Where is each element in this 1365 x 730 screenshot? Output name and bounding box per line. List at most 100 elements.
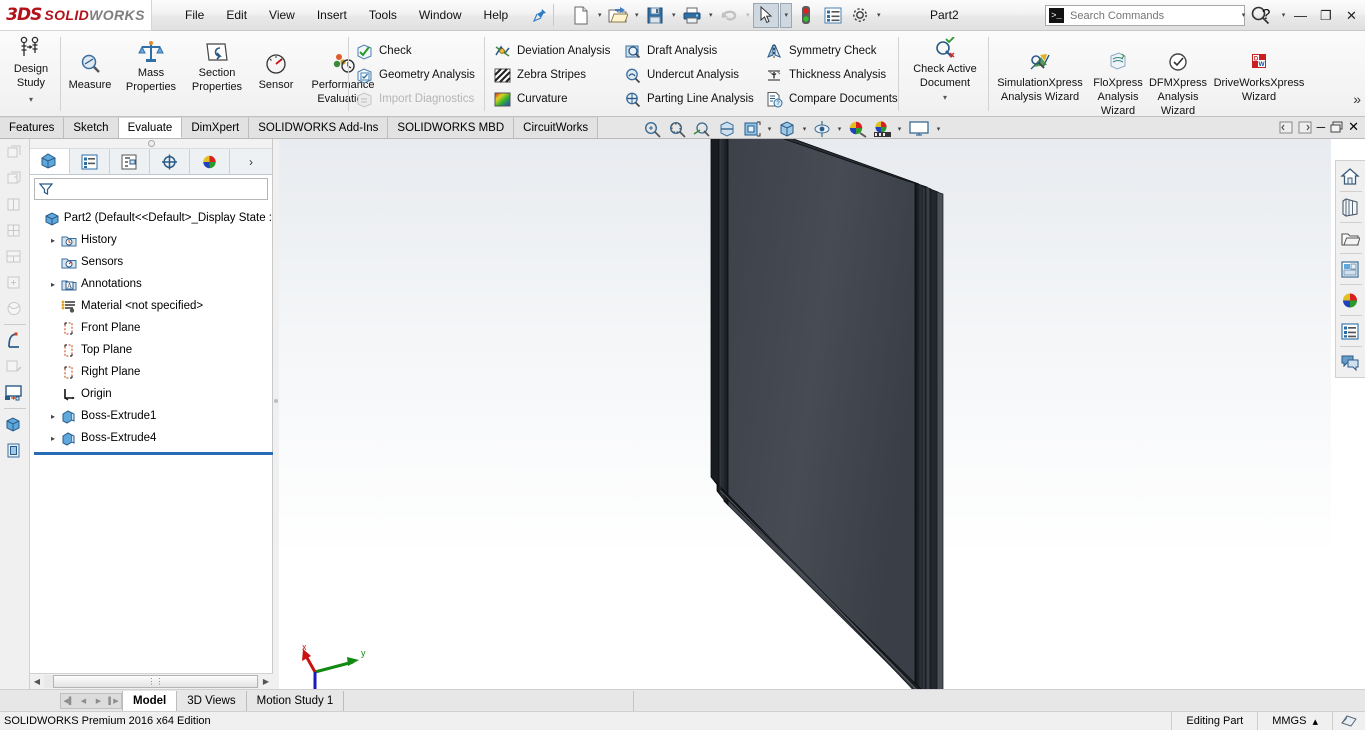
scroll-right-icon[interactable]: ▶ [259, 675, 273, 689]
bottom-tab-motion-study-1[interactable]: Motion Study 1 [247, 690, 345, 711]
select-caret-icon[interactable]: ▾ [780, 2, 793, 28]
display-style-button[interactable] [775, 119, 799, 140]
open-document-caret-icon[interactable]: ▾ [632, 11, 641, 19]
menu-help[interactable]: Help [473, 5, 520, 25]
menu-edit[interactable]: Edit [215, 5, 258, 25]
symmetry-check-button[interactable]: Symmetry Check [762, 39, 881, 63]
status-units[interactable]: MMGS [1257, 711, 1312, 730]
tree-item-origin[interactable]: Origin [34, 383, 272, 405]
design-library-button[interactable] [1336, 194, 1364, 220]
menu-file[interactable]: File [174, 5, 215, 25]
tree-item-boss-extrude4[interactable]: ▸ Boss-Extrude4 [34, 427, 272, 449]
hide-show-items-caret-icon[interactable]: ▾ [835, 125, 844, 133]
undo-caret-icon[interactable]: ▾ [743, 11, 752, 19]
simulationxpress-wizard-button[interactable]: SimulationXpress Analysis Wizard [992, 31, 1088, 103]
geometry-analysis-button[interactable]: Geometry Analysis [352, 63, 479, 87]
options-caret-icon[interactable]: ▾ [874, 11, 883, 19]
design-study-button[interactable]: Design Study [5, 31, 57, 89]
restore-left-icon[interactable] [1279, 121, 1293, 134]
search-input[interactable] [1068, 8, 1218, 23]
zoom-to-area-button[interactable] [665, 119, 689, 140]
rebuild-button[interactable] [793, 3, 819, 28]
undo-button[interactable] [716, 3, 742, 28]
document-minimize-icon[interactable]: ─ [1317, 120, 1326, 134]
tab-solidworks-add-ins[interactable]: SOLIDWORKS Add-Ins [249, 117, 389, 138]
chevron-right-icon[interactable]: › [230, 149, 272, 174]
status-overlay-icon[interactable] [1332, 711, 1365, 730]
feature-tree-horizontal-scrollbar[interactable]: ◀ ⋮⋮ ▶ [30, 673, 273, 689]
screen-capture-icon[interactable] [0, 380, 28, 405]
menu-view[interactable]: View [258, 5, 306, 25]
tree-expander-boss-extrude1[interactable]: ▸ [46, 412, 60, 421]
ribbon-overflow-icon[interactable]: » [1353, 91, 1361, 107]
menu-insert[interactable]: Insert [306, 5, 358, 25]
sensor-button[interactable]: Sensor [250, 31, 302, 91]
restore-right-icon[interactable] [1298, 121, 1312, 134]
menu-tools[interactable]: Tools [358, 5, 408, 25]
display-state-5-icon[interactable] [0, 244, 28, 269]
tab-evaluate[interactable]: Evaluate [118, 117, 183, 138]
deviation-analysis-button[interactable]: Deviation Analysis [490, 39, 614, 63]
view-settings-button[interactable] [905, 119, 933, 140]
last-tab-icon[interactable]: ▌▶ [106, 694, 121, 708]
check-active-document-caret-icon[interactable]: ▾ [943, 93, 947, 102]
design-study-caret-icon[interactable]: ▾ [29, 95, 33, 104]
section-properties-button[interactable]: Section Properties [184, 31, 250, 93]
file-explorer-button[interactable] [1336, 225, 1364, 251]
zoom-to-fit-button[interactable] [640, 119, 664, 140]
restore-button[interactable]: ❐ [1320, 8, 1332, 24]
curve-tool-icon[interactable] [0, 328, 28, 353]
print-button[interactable] [679, 3, 705, 28]
close-button[interactable]: ✕ [1346, 8, 1357, 24]
view-orientation-button[interactable] [740, 119, 764, 140]
help-caret-icon[interactable]: ▾ [1279, 11, 1288, 19]
display-state-3-icon[interactable] [0, 192, 28, 217]
import-diagnostics-button[interactable]: Import Diagnostics [352, 87, 478, 111]
tree-item-part2[interactable]: Part2 (Default<<Default>_Display State : [34, 207, 272, 229]
document-close-icon[interactable]: ✕ [1348, 119, 1359, 135]
check-active-document-button[interactable]: Check Active Document [907, 31, 983, 89]
tree-item-top-plane[interactable]: Top Plane [34, 339, 272, 361]
tree-expander-annotations[interactable]: ▸ [46, 280, 60, 289]
display-state-2-icon[interactable] [0, 166, 28, 191]
part-small-icon[interactable] [0, 412, 28, 437]
apply-scene-button[interactable] [870, 119, 894, 140]
open-document-button[interactable] [605, 3, 631, 28]
sketch-tool-icon[interactable] [0, 354, 28, 379]
measure-button[interactable]: Measure [62, 31, 118, 91]
tab-circuitworks[interactable]: CircuitWorks [514, 117, 599, 138]
parting-line-analysis-button[interactable]: Parting Line Analysis [620, 87, 758, 111]
print-caret-icon[interactable]: ▾ [706, 11, 715, 19]
menu-window[interactable]: Window [408, 5, 473, 25]
display-state-6-icon[interactable] [0, 270, 28, 295]
new-document-caret-icon[interactable]: ▾ [595, 11, 604, 19]
dfmxpress-wizard-button[interactable]: DFMXpress Analysis Wizard [1148, 31, 1208, 117]
compare-documents-button[interactable]: ? Compare Documents [762, 87, 902, 111]
pin-icon[interactable] [533, 8, 547, 22]
document-small-icon[interactable] [0, 438, 28, 463]
previous-tab-icon[interactable]: ◀ [76, 694, 91, 708]
search-caret-icon[interactable]: ▾ [1239, 11, 1248, 19]
custom-properties-button[interactable] [1336, 318, 1364, 344]
edit-appearance-button[interactable] [845, 119, 869, 140]
tab-dimxpert[interactable]: DimXpert [182, 117, 250, 138]
section-view-button[interactable] [715, 119, 739, 140]
undercut-analysis-button[interactable]: Undercut Analysis [620, 63, 743, 87]
gear-icon[interactable] [847, 3, 873, 28]
tree-item-annotations[interactable]: ▸ A Annotations [34, 273, 272, 295]
select-button[interactable] [753, 2, 780, 28]
tree-item-material[interactable]: Material <not specified> [34, 295, 272, 317]
bottom-tab-3d-views[interactable]: 3D Views [177, 690, 247, 711]
tree-item-history[interactable]: ▸ History [34, 229, 272, 251]
document-restore-icon[interactable] [1330, 121, 1343, 133]
search-commands-box[interactable]: >_ [1045, 5, 1245, 26]
shaded-sphere-icon[interactable] [0, 296, 28, 321]
mass-properties-button[interactable]: Mass Properties [118, 31, 184, 93]
minimize-button[interactable]: — [1294, 8, 1307, 23]
curvature-button[interactable]: Curvature [490, 87, 572, 111]
save-button[interactable] [642, 3, 668, 28]
graphics-area[interactable]: y x z [279, 139, 1331, 696]
scrollbar-thumb[interactable]: ⋮⋮ [53, 675, 258, 688]
tree-expander-history[interactable]: ▸ [46, 236, 60, 245]
thickness-analysis-button[interactable]: Thickness Analysis [762, 63, 890, 87]
